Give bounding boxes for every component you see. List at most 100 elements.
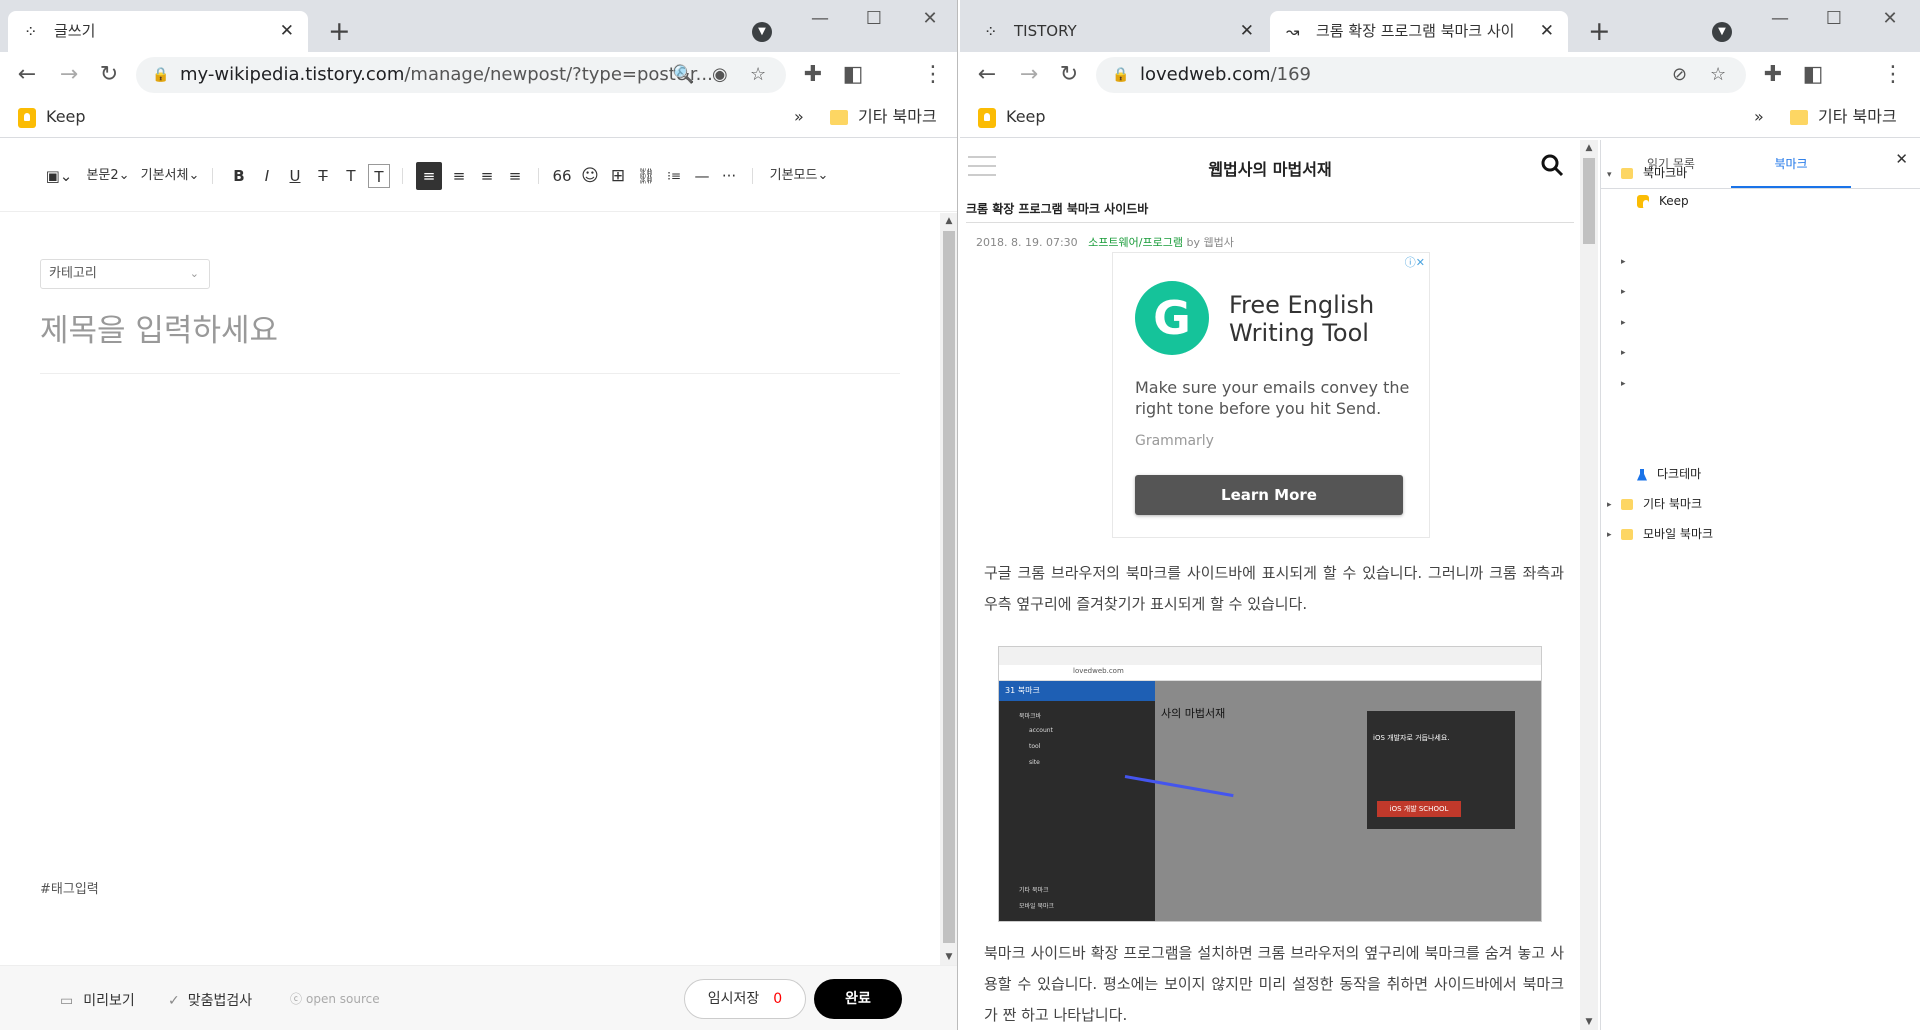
scroll-up-arrow[interactable]: ▲ — [1580, 140, 1598, 156]
bookmark-keep[interactable]: Keep — [978, 98, 1046, 136]
forward-icon[interactable]: → — [52, 58, 86, 92]
eye-off-icon[interactable]: ⊘ — [1672, 57, 1687, 93]
reload-icon[interactable]: ↻ — [92, 58, 126, 92]
extensions-icon[interactable]: ✚ — [796, 58, 830, 92]
tab-lovedweb[interactable]: ↝ 크롬 확장 프로그램 북마크 사이 ✕ — [1270, 11, 1568, 52]
search-icon[interactable] — [1540, 153, 1564, 177]
tab-close-icon[interactable]: ✕ — [280, 11, 294, 52]
publish-button[interactable]: 완료 — [814, 979, 902, 1019]
menu-icon[interactable]: ⋮ — [1876, 58, 1910, 92]
tab-search-icon[interactable]: ▼ — [1712, 22, 1732, 42]
scroll-down-arrow[interactable]: ▼ — [940, 949, 957, 965]
quote-button[interactable]: 66 — [550, 162, 574, 190]
advertisement[interactable]: ⓘ✕ G Free English Writing Tool Make sure… — [1112, 252, 1430, 538]
horizontal-rule-button[interactable]: — — [690, 162, 714, 190]
bookmark-keep[interactable]: Keep — [18, 98, 86, 136]
collapsed-arrow-icon[interactable]: ▸ — [1621, 315, 1626, 331]
collapsed-arrow-icon[interactable]: ▸ — [1621, 345, 1626, 361]
strikethrough-button[interactable]: T — [312, 162, 334, 190]
blog-title[interactable]: 웹법사의 마법서재 — [960, 156, 1580, 180]
tag-input[interactable]: #태그입력 — [40, 878, 99, 897]
new-tab-button[interactable]: + — [328, 11, 351, 52]
bookmarks-overflow[interactable]: » — [794, 98, 804, 136]
text-background-button[interactable]: T — [368, 164, 390, 188]
ad-choices-icon[interactable]: ⓘ✕ — [1405, 254, 1425, 270]
tree-item-mobile-bookmarks[interactable]: 모바일 북마크 — [1621, 526, 1713, 542]
align-right-button[interactable]: ≡ — [474, 162, 500, 190]
text-color-button[interactable]: T — [340, 162, 362, 190]
open-source-link[interactable]: ⓒ open source — [290, 990, 380, 1007]
collapsed-arrow-icon[interactable]: ▸ — [1607, 527, 1612, 543]
tree-item-dark-theme[interactable]: 다크테마 — [1637, 466, 1701, 482]
new-tab-button[interactable]: + — [1588, 11, 1611, 52]
image-insert-button[interactable]: ▣⌄ — [44, 162, 74, 190]
bold-button[interactable]: B — [228, 162, 250, 190]
editor-scrollbar[interactable]: ▲ ▼ — [940, 213, 957, 965]
back-icon[interactable]: ← — [970, 58, 1004, 92]
more-icon[interactable]: ··· — [716, 162, 742, 190]
tab-bookmarks[interactable]: 북마크 — [1731, 148, 1851, 188]
italic-button[interactable]: I — [256, 162, 278, 190]
tab-tistory[interactable]: ⁘ TISTORY ✕ — [968, 11, 1268, 52]
menu-icon[interactable]: ⋮ — [916, 58, 950, 92]
zoom-icon[interactable]: 🔍 — [672, 57, 694, 93]
close-window-button[interactable]: ✕ — [902, 0, 957, 40]
collapsed-arrow-icon[interactable]: ▸ — [1621, 284, 1626, 300]
scroll-thumb[interactable] — [1583, 158, 1595, 244]
bookmarks-overflow[interactable]: » — [1754, 98, 1764, 136]
category-select[interactable]: 카테고리 ⌄ — [40, 259, 210, 289]
forward-icon[interactable]: → — [1012, 58, 1046, 92]
screenshot-url: lovedweb.com — [1073, 667, 1124, 675]
scroll-down-arrow[interactable]: ▼ — [1580, 1014, 1598, 1030]
spellcheck-button[interactable]: ✓ 맞춤법검사 — [168, 990, 252, 1010]
link-icon[interactable]: ⛓ — [634, 162, 658, 190]
collapsed-arrow-icon[interactable]: ▸ — [1607, 497, 1612, 513]
star-icon[interactable]: ☆ — [1710, 57, 1726, 93]
omnibox[interactable]: 🔒 my-wikipedia.tistory.com/manage/newpos… — [136, 57, 786, 93]
align-left-button[interactable]: ≡ — [416, 162, 442, 190]
emoji-icon[interactable]: ☺ — [578, 162, 602, 190]
tree-item-bookmark-bar[interactable]: 북마크바 — [1621, 165, 1687, 181]
align-justify-button[interactable]: ≡ — [502, 162, 528, 190]
tab-close-icon[interactable]: ✕ — [1540, 11, 1554, 52]
collapsed-arrow-icon[interactable]: ▸ — [1621, 254, 1626, 270]
post-category-link[interactable]: 소프트웨어/프로그램 — [1088, 236, 1183, 249]
side-panel-icon[interactable]: ◧ — [836, 58, 870, 92]
extensions-icon[interactable]: ✚ — [1756, 58, 1790, 92]
maximize-button[interactable]: ☐ — [1806, 0, 1862, 40]
omnibox[interactable]: 🔒 lovedweb.com/169 ⊘ ☆ — [1096, 57, 1746, 93]
close-window-button[interactable]: ✕ — [1862, 0, 1918, 40]
tab-close-icon[interactable]: ✕ — [1240, 11, 1254, 52]
scroll-thumb[interactable] — [943, 231, 955, 943]
page-scrollbar[interactable]: ▲ ▼ — [1580, 140, 1598, 1030]
ad-learn-more-button[interactable]: Learn More — [1135, 475, 1403, 515]
tree-item-other-bookmarks[interactable]: 기타 북마크 — [1621, 496, 1702, 512]
temp-save-button[interactable]: 임시저장 0 — [684, 979, 806, 1019]
star-icon[interactable]: ☆ — [750, 57, 766, 93]
expand-arrow-icon[interactable]: ▾ — [1607, 167, 1612, 183]
title-input[interactable]: 제목을 입력하세요 — [40, 305, 900, 349]
bookmark-other[interactable]: 기타 북마크 — [1790, 98, 1897, 136]
tab-editor[interactable]: ⁘ 글쓰기 ✕ — [8, 11, 308, 52]
font-select[interactable]: 기본서체⌄ — [140, 162, 200, 190]
underline-button[interactable]: U — [284, 162, 306, 190]
paragraph-style-select[interactable]: 본문2⌄ — [86, 162, 130, 190]
bookmark-other[interactable]: 기타 북마크 — [830, 98, 937, 136]
side-panel-icon[interactable]: ◧ — [1796, 58, 1830, 92]
tab-search-icon[interactable]: ▼ — [752, 22, 772, 42]
scroll-up-arrow[interactable]: ▲ — [940, 213, 957, 229]
collapsed-arrow-icon[interactable]: ▸ — [1621, 376, 1626, 392]
minimize-button[interactable]: — — [1752, 0, 1808, 40]
maximize-button[interactable]: ☐ — [846, 0, 902, 40]
eye-icon[interactable]: ◉ — [712, 57, 728, 93]
preview-button[interactable]: ▭ 미리보기 — [60, 990, 135, 1010]
list-icon[interactable]: ⁝≡ — [662, 162, 686, 190]
editor-mode-select[interactable]: 기본모드⌄ — [768, 162, 830, 190]
close-icon[interactable]: ✕ — [1895, 150, 1908, 168]
align-center-button[interactable]: ≡ — [446, 162, 472, 190]
table-icon[interactable]: ⊞ — [606, 162, 630, 190]
back-icon[interactable]: ← — [10, 58, 44, 92]
tree-item-keep[interactable]: Keep — [1637, 193, 1689, 209]
minimize-button[interactable]: — — [792, 0, 848, 40]
reload-icon[interactable]: ↻ — [1052, 58, 1086, 92]
